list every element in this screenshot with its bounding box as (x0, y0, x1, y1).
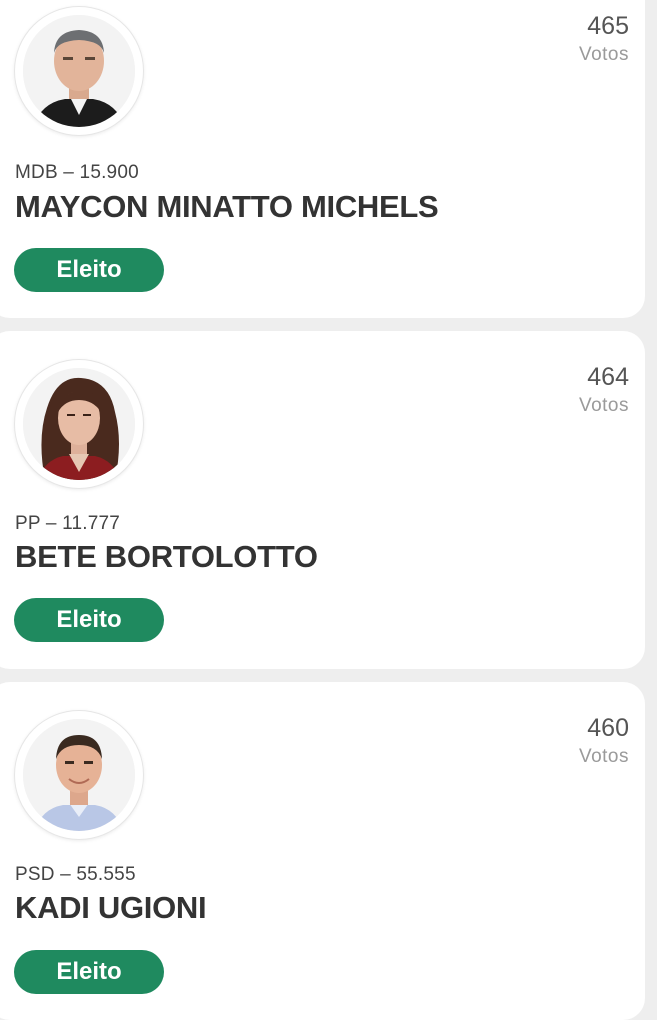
candidate-card[interactable]: 460 Votos PSD – 55.555 KADI UGIONI Eleit… (0, 682, 645, 1020)
status-badge: Eleito (14, 248, 164, 292)
avatar (15, 711, 143, 839)
status-badge: Eleito (14, 598, 164, 642)
party-number: PP – 11.777 (15, 513, 121, 534)
votes-label: Votos (578, 44, 629, 65)
votes-label: Votos (578, 746, 629, 767)
candidate-name: MAYCON MINATTO MICHELS (15, 189, 439, 224)
status-badge: Eleito (14, 950, 164, 994)
candidate-photo (23, 15, 135, 127)
votes-count: 465 (587, 12, 629, 40)
candidate-name: KADI UGIONI (15, 890, 207, 925)
candidate-card[interactable]: 465 Votos MDB – 15.900 MAYCON MINATTO MI… (0, 0, 645, 318)
party-number: MDB – 15.900 (15, 162, 139, 183)
votes-block: 464 Votos (579, 361, 629, 419)
candidate-photo (23, 719, 135, 831)
votes-label: Votos (578, 395, 629, 416)
party-number: PSD – 55.555 (15, 864, 136, 885)
candidate-name: BETE BORTOLOTTO (15, 539, 318, 574)
avatar (15, 7, 143, 135)
votes-block: 465 Votos (579, 10, 629, 68)
votes-count: 464 (587, 363, 629, 391)
candidate-photo (23, 368, 135, 480)
avatar (15, 360, 143, 488)
votes-block: 460 Votos (579, 712, 629, 770)
votes-count: 460 (587, 714, 629, 742)
candidate-card[interactable]: 464 Votos PP – 11.777 BETE BORTOLOTTO El… (0, 331, 645, 669)
